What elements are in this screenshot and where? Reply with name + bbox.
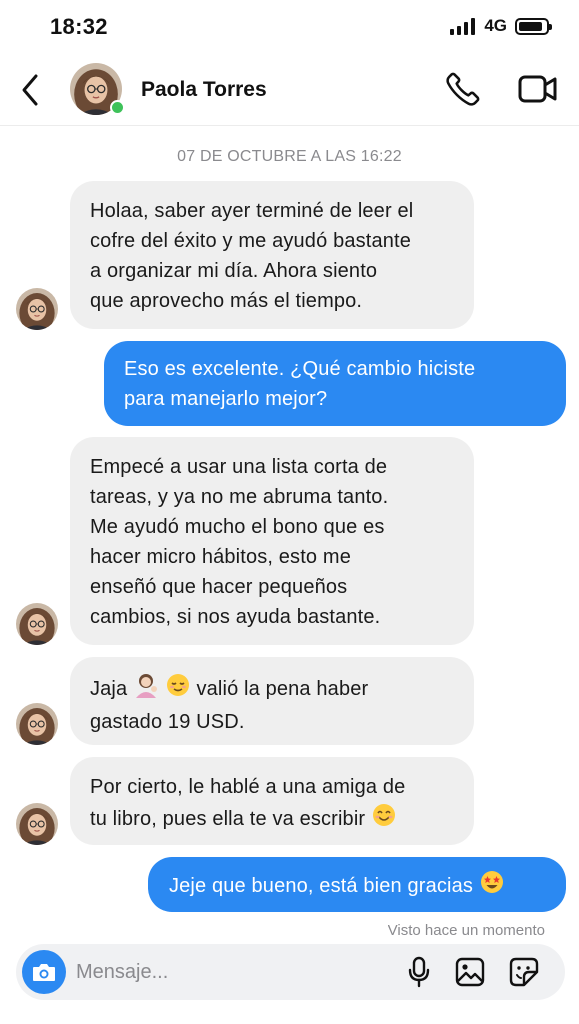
battery-icon <box>515 17 552 35</box>
camera-icon <box>33 964 55 981</box>
camera-button[interactable] <box>22 950 66 994</box>
message-line: Me ayudó mucho el bono que es <box>90 516 385 538</box>
status-time: 18:32 <box>50 14 108 39</box>
star-struck-emoji <box>479 869 505 904</box>
gallery-icon[interactable] <box>454 956 486 988</box>
message-line: Jaja valió la pena haber <box>90 672 454 707</box>
message-line: Eso es excelente. ¿Qué cambio hiciste <box>124 358 476 380</box>
status-bar: 18:32 4G <box>0 0 579 56</box>
chevron-left-icon[interactable] <box>16 72 46 108</box>
avatar[interactable] <box>16 803 58 845</box>
incoming-message[interactable]: Holaa, saber ayer terminé de leer el cof… <box>70 181 474 329</box>
message-text: valió la pena haber <box>196 677 369 700</box>
message-text: tu libro, pues ella te va escribir <box>90 807 366 830</box>
message-line: tareas, y ya no me abruma tanto. <box>90 486 389 508</box>
message-line: Empecé a usar una lista corta de <box>90 456 388 478</box>
status-indicators: 4G <box>450 16 552 36</box>
signal-bars-icon <box>450 17 476 35</box>
microphone-icon[interactable] <box>406 956 432 988</box>
message-line: Holaa, saber ayer terminé de leer el <box>90 200 414 222</box>
message-text: Jeje que bueno, está bien gracias <box>169 874 474 897</box>
avatar[interactable] <box>16 288 58 330</box>
online-indicator <box>110 100 125 115</box>
message-line: cofre del éxito y me ayudó bastante <box>90 230 411 252</box>
message-input[interactable] <box>76 954 336 990</box>
outgoing-message[interactable]: Eso es excelente. ¿Qué cambio hiciste pa… <box>104 341 566 426</box>
message-line: para manejarlo mejor? <box>124 388 328 410</box>
conversation-timestamp: 07 DE OCTUBRE A LAS 16:22 <box>177 148 402 165</box>
outgoing-message[interactable]: Jeje que bueno, está bien gracias <box>148 857 566 912</box>
message-line: gastado 19 USD. <box>90 711 245 733</box>
incoming-message[interactable]: Empecé a usar una lista corta de tareas,… <box>70 437 474 645</box>
message-line: cambios, si nos ayuda bastante. <box>90 606 381 628</box>
message-line: enseñó que hacer pequeños <box>90 576 348 598</box>
phone-icon[interactable] <box>444 70 482 108</box>
chat-screen: 18:32 4G Paola Torres 07 DE OCTUBRE A LA… <box>0 0 579 1024</box>
message-line: hacer micro hábitos, esto me <box>90 546 351 568</box>
message-line: tu libro, pues ella te va escribir <box>90 802 454 837</box>
message-line: Por cierto, le hablé a una amiga de <box>90 776 406 798</box>
video-camera-icon[interactable] <box>517 71 559 107</box>
message-line: a organizar mi día. Ahora siento <box>90 260 378 282</box>
seen-status: Visto hace un momento <box>387 922 545 939</box>
chat-header: Paola Torres <box>0 56 579 126</box>
message-composer <box>16 944 565 1000</box>
smiling-face-emoji <box>371 802 397 837</box>
message-text: Jaja <box>90 677 128 700</box>
avatar[interactable] <box>16 603 58 645</box>
network-label: 4G <box>484 16 507 35</box>
woman-tipping-hand-emoji <box>133 672 159 707</box>
battery-fill <box>519 21 543 31</box>
message-line: Jeje que bueno, está bien gracias <box>169 869 546 904</box>
incoming-message[interactable]: Jaja valió la pena haber gastado 19 USD. <box>70 657 474 745</box>
incoming-message[interactable]: Por cierto, le hablé a una amiga de tu l… <box>70 757 474 845</box>
message-line: que aprovecho más el tiempo. <box>90 290 363 312</box>
contact-name[interactable]: Paola Torres <box>141 78 267 102</box>
sticker-icon[interactable] <box>508 956 540 988</box>
relieved-face-emoji <box>165 672 191 707</box>
avatar[interactable] <box>16 703 58 745</box>
